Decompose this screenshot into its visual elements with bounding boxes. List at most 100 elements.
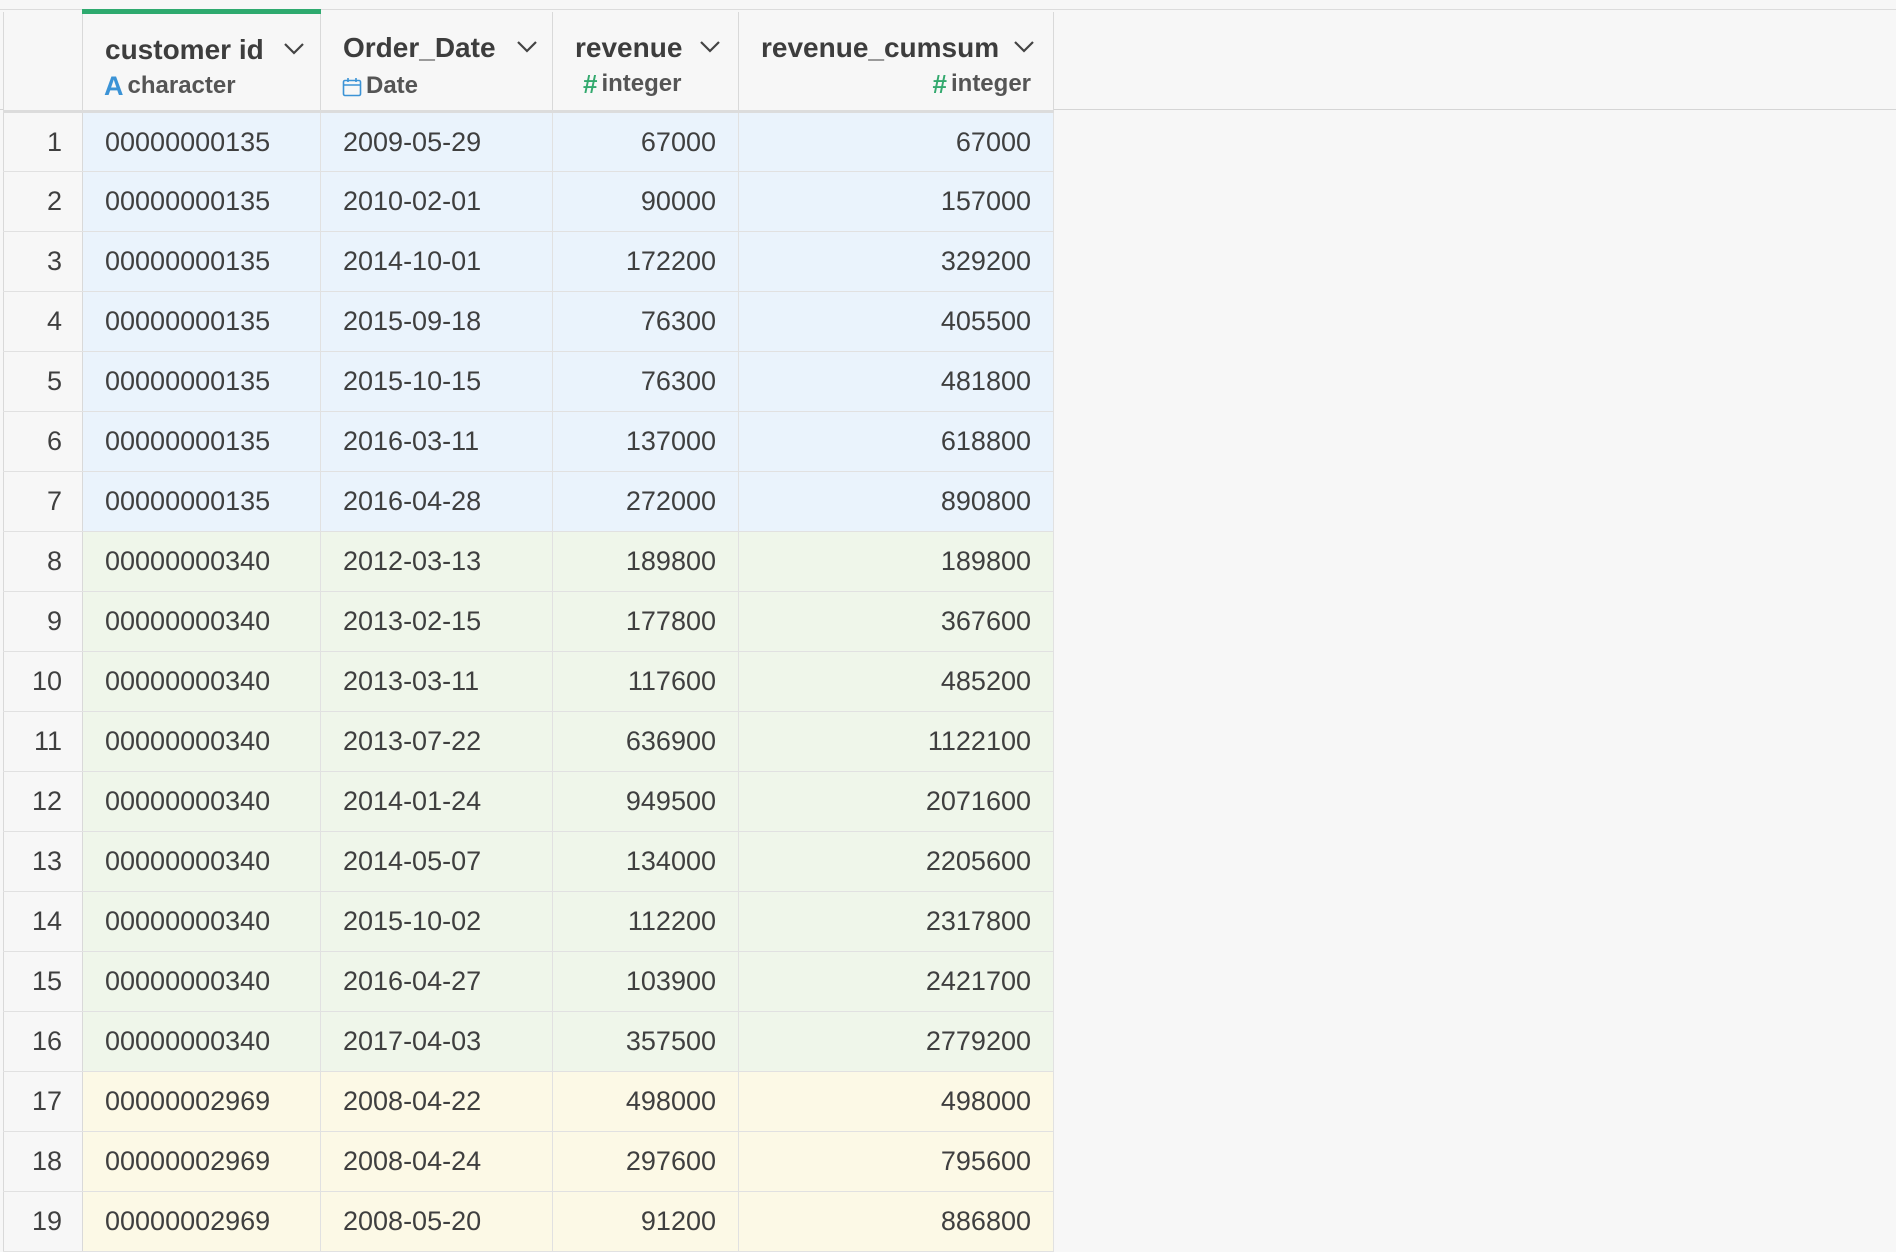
cell-revenue[interactable]: 137000 (552, 411, 739, 472)
cell-order-date[interactable]: 2016-03-11 (320, 411, 553, 472)
cell-order-date[interactable]: 2014-05-07 (320, 831, 553, 892)
cell-revenue[interactable]: 117600 (552, 651, 739, 712)
cell-order-date[interactable]: 2008-05-20 (320, 1191, 553, 1252)
cell-order-date[interactable]: 2013-03-11 (320, 651, 553, 712)
cell-revenue-cumsum[interactable]: 189800 (738, 531, 1054, 592)
cell-revenue-cumsum[interactable]: 886800 (738, 1191, 1054, 1252)
cell-order-date[interactable]: 2016-04-28 (320, 471, 553, 532)
table-row[interactable]: 4 00000000135 2015-09-18 76300 405500 (3, 291, 1054, 352)
column-header-order-date[interactable]: Order_Date Date (320, 11, 553, 113)
table-row[interactable]: 1 00000000135 2009-05-29 67000 67000 (3, 111, 1054, 172)
table-row[interactable]: 3 00000000135 2014-10-01 172200 329200 (3, 231, 1054, 292)
chevron-down-icon[interactable] (699, 40, 721, 54)
table-row[interactable]: 12 00000000340 2014-01-24 949500 2071600 (3, 771, 1054, 832)
cell-revenue-cumsum[interactable]: 498000 (738, 1071, 1054, 1132)
chevron-down-icon[interactable] (283, 42, 305, 56)
table-row[interactable]: 7 00000000135 2016-04-28 272000 890800 (3, 471, 1054, 532)
cell-customer-id[interactable]: 00000000340 (82, 951, 321, 1012)
cell-order-date[interactable]: 2008-04-24 (320, 1131, 553, 1192)
cell-revenue[interactable]: 90000 (552, 171, 739, 232)
cell-revenue[interactable]: 357500 (552, 1011, 739, 1072)
cell-revenue-cumsum[interactable]: 485200 (738, 651, 1054, 712)
cell-revenue[interactable]: 76300 (552, 291, 739, 352)
cell-revenue-cumsum[interactable]: 481800 (738, 351, 1054, 412)
cell-order-date[interactable]: 2010-02-01 (320, 171, 553, 232)
cell-revenue[interactable]: 76300 (552, 351, 739, 412)
cell-order-date[interactable]: 2017-04-03 (320, 1011, 553, 1072)
cell-revenue-cumsum[interactable]: 329200 (738, 231, 1054, 292)
table-row[interactable]: 14 00000000340 2015-10-02 112200 2317800 (3, 891, 1054, 952)
cell-revenue[interactable]: 272000 (552, 471, 739, 532)
cell-customer-id[interactable]: 00000000340 (82, 591, 321, 652)
table-row[interactable]: 5 00000000135 2015-10-15 76300 481800 (3, 351, 1054, 412)
cell-revenue[interactable]: 67000 (552, 111, 739, 172)
cell-order-date[interactable]: 2013-07-22 (320, 711, 553, 772)
cell-customer-id[interactable]: 00000000340 (82, 1011, 321, 1072)
cell-order-date[interactable]: 2015-10-15 (320, 351, 553, 412)
cell-customer-id[interactable]: 00000000340 (82, 831, 321, 892)
cell-customer-id[interactable]: 00000002969 (82, 1131, 321, 1192)
table-row[interactable]: 2 00000000135 2010-02-01 90000 157000 (3, 171, 1054, 232)
cell-customer-id[interactable]: 00000000340 (82, 531, 321, 592)
cell-customer-id[interactable]: 00000000135 (82, 111, 321, 172)
cell-customer-id[interactable]: 00000000340 (82, 891, 321, 952)
chevron-down-icon[interactable] (516, 40, 538, 54)
table-row[interactable]: 8 00000000340 2012-03-13 189800 189800 (3, 531, 1054, 592)
cell-revenue[interactable]: 636900 (552, 711, 739, 772)
cell-customer-id[interactable]: 00000000340 (82, 651, 321, 712)
cell-customer-id[interactable]: 00000000135 (82, 171, 321, 232)
cell-order-date[interactable]: 2012-03-13 (320, 531, 553, 592)
cell-revenue[interactable]: 103900 (552, 951, 739, 1012)
cell-revenue[interactable]: 91200 (552, 1191, 739, 1252)
cell-revenue[interactable]: 189800 (552, 531, 739, 592)
table-row[interactable]: 6 00000000135 2016-03-11 137000 618800 (3, 411, 1054, 472)
cell-order-date[interactable]: 2013-02-15 (320, 591, 553, 652)
cell-order-date[interactable]: 2008-04-22 (320, 1071, 553, 1132)
cell-customer-id[interactable]: 00000000340 (82, 711, 321, 772)
table-row[interactable]: 16 00000000340 2017-04-03 357500 2779200 (3, 1011, 1054, 1072)
cell-customer-id[interactable]: 00000000340 (82, 771, 321, 832)
cell-revenue[interactable]: 297600 (552, 1131, 739, 1192)
cell-revenue-cumsum[interactable]: 2779200 (738, 1011, 1054, 1072)
cell-customer-id[interactable]: 00000002969 (82, 1071, 321, 1132)
cell-revenue-cumsum[interactable]: 795600 (738, 1131, 1054, 1192)
cell-revenue[interactable]: 949500 (552, 771, 739, 832)
chevron-down-icon[interactable] (1013, 40, 1035, 54)
table-row[interactable]: 18 00000002969 2008-04-24 297600 795600 (3, 1131, 1054, 1192)
cell-customer-id[interactable]: 00000000135 (82, 291, 321, 352)
cell-revenue-cumsum[interactable]: 67000 (738, 111, 1054, 172)
column-header-revenue[interactable]: revenue # integer (552, 11, 739, 113)
table-row[interactable]: 13 00000000340 2014-05-07 134000 2205600 (3, 831, 1054, 892)
table-row[interactable]: 19 00000002969 2008-05-20 91200 886800 (3, 1191, 1054, 1252)
cell-revenue-cumsum[interactable]: 618800 (738, 411, 1054, 472)
cell-revenue-cumsum[interactable]: 2071600 (738, 771, 1054, 832)
cell-order-date[interactable]: 2014-10-01 (320, 231, 553, 292)
cell-revenue-cumsum[interactable]: 367600 (738, 591, 1054, 652)
cell-revenue-cumsum[interactable]: 2421700 (738, 951, 1054, 1012)
cell-revenue-cumsum[interactable]: 1122100 (738, 711, 1054, 772)
table-row[interactable]: 11 00000000340 2013-07-22 636900 1122100 (3, 711, 1054, 772)
cell-order-date[interactable]: 2015-09-18 (320, 291, 553, 352)
table-row[interactable]: 15 00000000340 2016-04-27 103900 2421700 (3, 951, 1054, 1012)
cell-revenue[interactable]: 177800 (552, 591, 739, 652)
table-row[interactable]: 10 00000000340 2013-03-11 117600 485200 (3, 651, 1054, 712)
cell-customer-id[interactable]: 00000000135 (82, 471, 321, 532)
cell-revenue[interactable]: 172200 (552, 231, 739, 292)
cell-order-date[interactable]: 2015-10-02 (320, 891, 553, 952)
cell-customer-id[interactable]: 00000000135 (82, 351, 321, 412)
cell-revenue[interactable]: 134000 (552, 831, 739, 892)
column-header-revenue-cumsum[interactable]: revenue_cumsum # integer (738, 11, 1054, 113)
cell-order-date[interactable]: 2014-01-24 (320, 771, 553, 832)
cell-revenue[interactable]: 498000 (552, 1071, 739, 1132)
cell-revenue-cumsum[interactable]: 2317800 (738, 891, 1054, 952)
cell-customer-id[interactable]: 00000002969 (82, 1191, 321, 1252)
cell-revenue[interactable]: 112200 (552, 891, 739, 952)
cell-customer-id[interactable]: 00000000135 (82, 231, 321, 292)
cell-revenue-cumsum[interactable]: 405500 (738, 291, 1054, 352)
cell-customer-id[interactable]: 00000000135 (82, 411, 321, 472)
cell-revenue-cumsum[interactable]: 157000 (738, 171, 1054, 232)
cell-revenue-cumsum[interactable]: 2205600 (738, 831, 1054, 892)
cell-order-date[interactable]: 2016-04-27 (320, 951, 553, 1012)
table-row[interactable]: 9 00000000340 2013-02-15 177800 367600 (3, 591, 1054, 652)
column-header-customer-id[interactable]: customer id A character (82, 9, 321, 113)
